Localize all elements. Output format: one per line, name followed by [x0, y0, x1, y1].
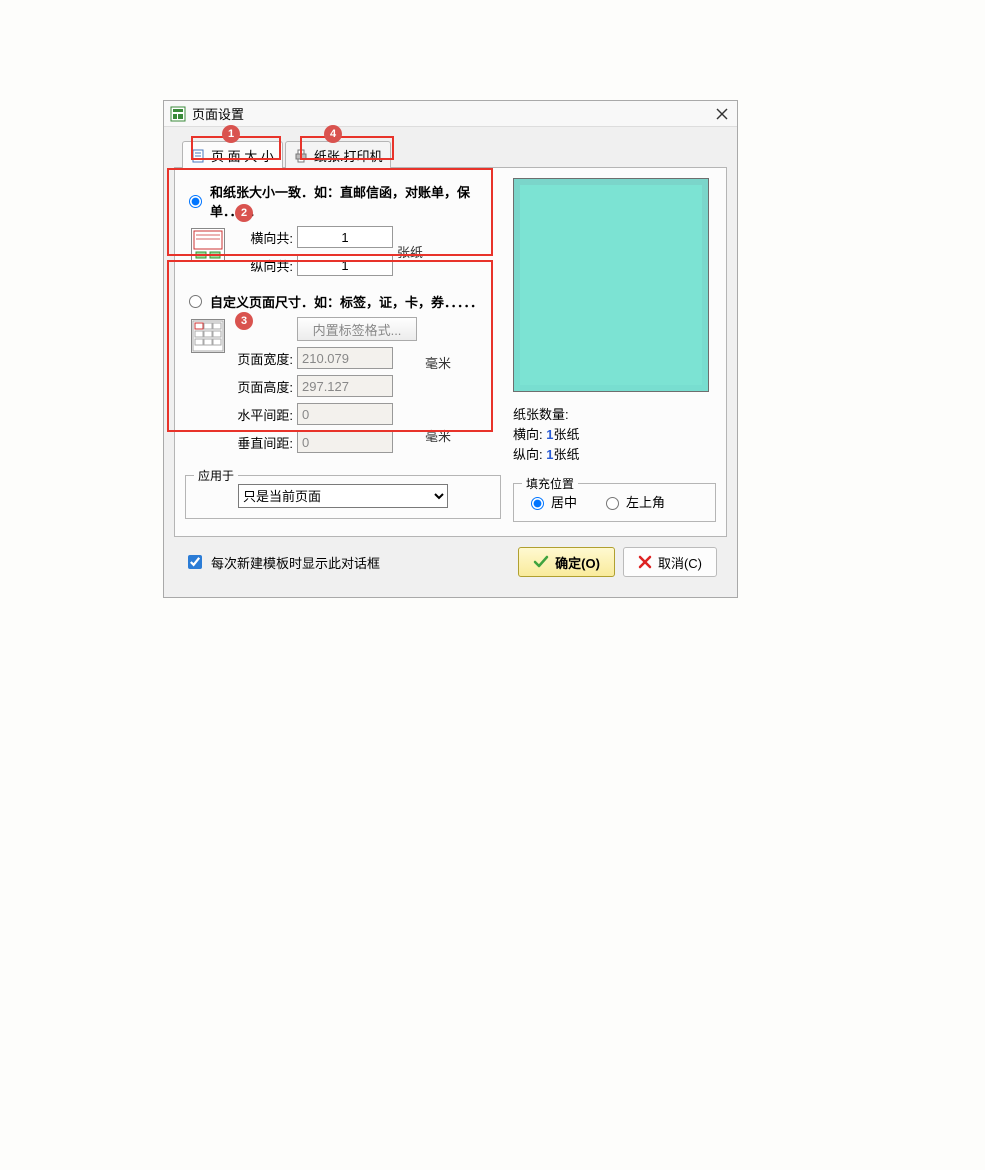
- option-custom-body: 内置标签格式... 页面宽度: 页面高度:: [189, 317, 497, 453]
- custom-units: 毫米 毫米: [425, 353, 451, 445]
- fill-topleft-label: 左上角: [626, 492, 665, 511]
- unit-mm-1: 毫米: [425, 353, 451, 372]
- paper-info: 纸张数量: 横向: 1张纸 纵向: 1张纸: [513, 404, 716, 463]
- paper-hor: 横向: 1张纸: [513, 424, 716, 443]
- cross-icon: [638, 555, 652, 569]
- option-paper-body: 横向共: 纵向共: 张纸: [189, 226, 497, 276]
- fill-center-option[interactable]: 居中: [526, 492, 577, 511]
- width-row: 页面宽度:: [235, 347, 417, 369]
- hcount-row: 横向共:: [235, 226, 393, 248]
- radio-fill-topleft[interactable]: [606, 497, 619, 510]
- tab-page-size-label: 页 面 大 小: [211, 146, 274, 165]
- height-row: 页面高度:: [235, 375, 417, 397]
- columns: 2 和纸张大小一致．如：直邮信函，对账单，保单．．．．．: [185, 178, 716, 522]
- width-input: [297, 347, 393, 369]
- hcount-label: 横向共:: [235, 228, 293, 247]
- footer-buttons: 确定(O) 取消(C): [518, 547, 717, 577]
- unit-mm-2: 毫米: [425, 426, 451, 445]
- fill-center-label: 居中: [551, 492, 577, 511]
- width-label: 页面宽度:: [235, 349, 293, 368]
- vcount-row: 纵向共:: [235, 254, 393, 276]
- paper-count-label: 纸张数量:: [513, 404, 716, 423]
- preview-inner: [520, 185, 702, 385]
- radio-paper-size[interactable]: [189, 195, 202, 208]
- paper-ver: 纵向: 1张纸: [513, 444, 716, 463]
- builtin-labels-button[interactable]: 内置标签格式...: [297, 317, 417, 341]
- height-label: 页面高度:: [235, 377, 293, 396]
- marker-3: 3: [235, 312, 253, 330]
- vgap-input: [297, 431, 393, 453]
- titlebar-left: 页面设置: [170, 104, 244, 123]
- show-dialog-label: 每次新建模板时显示此对话框: [211, 553, 380, 572]
- printer-icon: [294, 149, 308, 163]
- option-custom-header[interactable]: 自定义页面尺寸．如：标签，证，卡，券．．．．．: [189, 292, 497, 311]
- apply-legend: 应用于: [194, 467, 238, 484]
- apply-select[interactable]: 只是当前页面: [238, 484, 448, 508]
- page-icon: [191, 149, 205, 163]
- fill-legend: 填充位置: [522, 475, 578, 492]
- marker-4: 4: [324, 125, 342, 143]
- ok-label: 确定(O): [555, 553, 600, 572]
- vcount-input[interactable]: [297, 254, 393, 276]
- tab-paper-printer[interactable]: 纸张.打印机: [285, 141, 392, 168]
- panel: 2 和纸张大小一致．如：直邮信函，对账单，保单．．．．．: [174, 167, 727, 537]
- close-button[interactable]: [713, 105, 731, 123]
- right-column: 纸张数量: 横向: 1张纸 纵向: 1张纸 填充位置 居中: [513, 178, 716, 522]
- app-icon: [170, 106, 186, 122]
- cancel-label: 取消(C): [658, 553, 702, 572]
- show-dialog-checkbox[interactable]: [188, 555, 202, 569]
- dialog-body: 1 4 页 面 大 小 纸张.打印机: [164, 127, 737, 597]
- left-column: 2 和纸张大小一致．如：直邮信函，对账单，保单．．．．．: [185, 178, 501, 522]
- option-custom-group: 3 自定义页面尺寸．如：标签，证，卡，券．．．．．: [185, 288, 501, 461]
- tabs-row: 页 面 大 小 纸张.打印机: [182, 141, 727, 168]
- hcount-input[interactable]: [297, 226, 393, 248]
- preview-box: [513, 178, 709, 392]
- marker-1: 1: [222, 125, 240, 143]
- radio-custom-size[interactable]: [189, 295, 202, 308]
- ok-button[interactable]: 确定(O): [518, 547, 615, 577]
- fill-group: 居中 左上角: [522, 492, 707, 511]
- page-setup-dialog: 页面设置 1 4 页 面 大 小 纸张.打印机: [163, 100, 738, 598]
- titlebar: 页面设置: [164, 101, 737, 127]
- paper-unit: 张纸: [397, 242, 423, 261]
- paper-field-rows: 横向共: 纵向共:: [235, 226, 393, 276]
- tab-paper-printer-label: 纸张.打印机: [314, 146, 383, 165]
- builtin-row: 内置标签格式...: [235, 317, 417, 341]
- window-title: 页面设置: [192, 104, 244, 123]
- marker-2: 2: [235, 204, 253, 222]
- height-input: [297, 375, 393, 397]
- option-paper-label: 和纸张大小一致．如：直邮信函，对账单，保单．．．．．: [210, 182, 497, 220]
- footer-row: 每次新建模板时显示此对话框 确定(O) 取消(C): [174, 537, 727, 589]
- apply-fieldset: 应用于 只是当前页面: [185, 475, 501, 519]
- option-custom-label: 自定义页面尺寸．如：标签，证，卡，券．．．．．: [210, 292, 483, 311]
- vgap-label: 垂直间距:: [235, 433, 293, 452]
- vgap-row: 垂直间距:: [235, 431, 417, 453]
- cancel-button[interactable]: 取消(C): [623, 547, 717, 577]
- vcount-label: 纵向共:: [235, 256, 293, 275]
- tab-page-size[interactable]: 页 面 大 小: [182, 141, 283, 168]
- fill-topleft-option[interactable]: 左上角: [601, 492, 665, 511]
- fill-fieldset: 填充位置 居中 左上角: [513, 483, 716, 522]
- radio-fill-center[interactable]: [531, 497, 544, 510]
- hgap-label: 水平间距:: [235, 405, 293, 424]
- option-paper-group: 2 和纸张大小一致．如：直邮信函，对账单，保单．．．．．: [185, 178, 501, 284]
- hgap-row: 水平间距:: [235, 403, 417, 425]
- check-icon: [533, 554, 549, 570]
- custom-field-rows: 内置标签格式... 页面宽度: 页面高度:: [235, 317, 417, 453]
- hgap-input: [297, 403, 393, 425]
- thumb-custom: [191, 319, 225, 353]
- thumb-paper: [191, 228, 225, 262]
- show-dialog-checkbox-row[interactable]: 每次新建模板时显示此对话框: [184, 552, 380, 572]
